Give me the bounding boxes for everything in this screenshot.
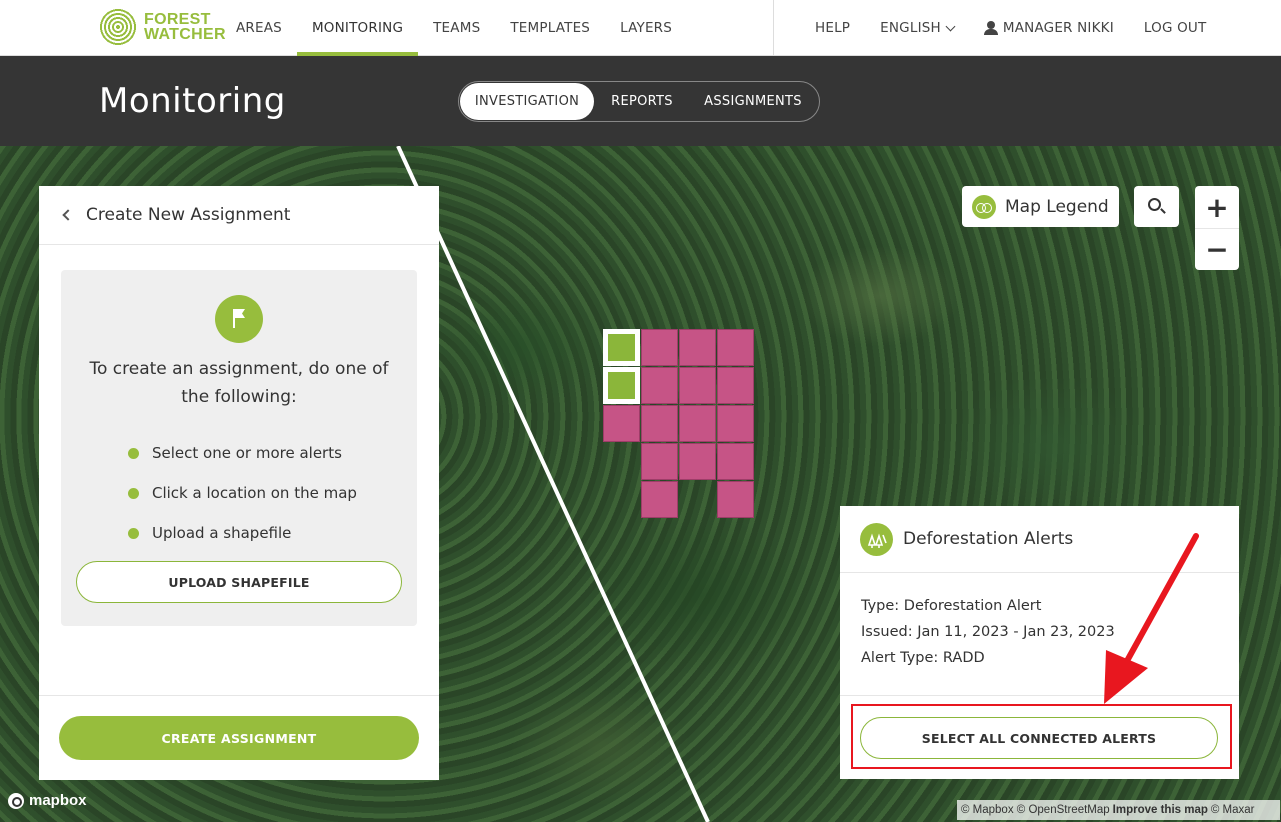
alert-cell[interactable]	[641, 443, 678, 480]
mapbox-icon	[8, 792, 24, 809]
alert-cell[interactable]	[603, 405, 640, 442]
alert-cell[interactable]	[641, 329, 678, 366]
zoom-control: + −	[1195, 186, 1239, 270]
list-item-label: Select one or more alerts	[152, 444, 342, 462]
create-assignment-button[interactable]: CREATE ASSIGNMENT	[59, 716, 419, 760]
attribution-mapbox[interactable]: © Mapbox	[961, 804, 1014, 816]
alert-cell[interactable]	[679, 405, 716, 442]
forest-watcher-logo[interactable]: FOREST WATCHER	[99, 7, 226, 47]
attribution-maxar[interactable]: © Maxar	[1211, 804, 1255, 816]
list-item-label: Upload a shapefile	[152, 524, 292, 542]
alert-cell[interactable]	[717, 329, 754, 366]
panel-footer: CREATE ASSIGNMENT	[39, 695, 439, 780]
utility-nav: HELP ENGLISH MANAGER NIKKI LOG OUT	[800, 0, 1221, 56]
chevron-down-icon	[945, 21, 956, 31]
list-item-label: Click a location on the map	[152, 484, 357, 502]
highlight-box	[851, 704, 1232, 769]
alerts-panel-title: Deforestation Alerts	[903, 529, 1074, 549]
alert-cell[interactable]	[717, 367, 754, 404]
legend-icon	[972, 194, 996, 219]
instructions-card: To create an assignment, do one of the f…	[61, 270, 417, 626]
user-name: MANAGER NIKKI	[1002, 20, 1114, 36]
bullet-dot-icon	[128, 487, 139, 499]
page-title: Monitoring	[99, 81, 286, 121]
list-item: Upload a shapefile	[128, 513, 357, 553]
nav-divider	[773, 0, 774, 56]
map-legend-label: Map Legend	[1005, 196, 1109, 217]
instructions-text: To create an assignment, do one of the f…	[89, 359, 389, 407]
tab-investigation[interactable]: INVESTIGATION	[460, 83, 594, 120]
zoom-in-button[interactable]: +	[1195, 186, 1239, 228]
panel-header: Create New Assignment	[39, 186, 439, 245]
mapbox-logo[interactable]: mapbox	[8, 792, 87, 809]
create-assignment-panel: Create New Assignment To create an assig…	[39, 186, 439, 780]
zoom-out-button[interactable]: −	[1195, 228, 1239, 270]
deforestation-icon	[860, 522, 893, 556]
alert-cell-selected[interactable]	[603, 329, 640, 366]
mapbox-wordmark: mapbox	[29, 792, 87, 809]
attribution-osm[interactable]: © OpenStreetMap	[1017, 804, 1110, 816]
logout-link[interactable]: LOG OUT	[1129, 0, 1222, 56]
alert-cell[interactable]	[641, 405, 678, 442]
tab-reports[interactable]: REPORTS	[594, 83, 690, 120]
alert-cell[interactable]	[679, 443, 716, 480]
page-header: Monitoring INVESTIGATION REPORTS ASSIGNM…	[0, 56, 1281, 146]
alert-cell[interactable]	[679, 329, 716, 366]
chevron-left-icon[interactable]	[62, 209, 74, 221]
nav-templates[interactable]: TEMPLATES	[495, 0, 605, 56]
instructions-list: Select one or more alerts Click a locati…	[128, 433, 357, 553]
list-item: Select one or more alerts	[128, 433, 357, 473]
bullet-dot-icon	[128, 447, 139, 459]
alert-cell[interactable]	[641, 367, 678, 404]
alert-cell[interactable]	[717, 481, 754, 518]
top-navigation: FOREST WATCHER AREAS MONITORING TEAMS TE…	[0, 0, 1281, 56]
nav-help[interactable]: HELP	[800, 0, 865, 56]
logo-line-2: WATCHER	[144, 26, 226, 43]
nav-areas[interactable]: AREAS	[221, 0, 297, 56]
alert-cell[interactable]	[717, 443, 754, 480]
list-item: Click a location on the map	[128, 473, 357, 513]
alert-cell-selected[interactable]	[603, 367, 640, 404]
map-search-button[interactable]	[1134, 186, 1179, 227]
alert-cell[interactable]	[717, 405, 754, 442]
map-legend-button[interactable]: Map Legend	[962, 186, 1119, 227]
user-icon	[983, 21, 998, 35]
user-menu[interactable]: MANAGER NIKKI	[969, 0, 1129, 56]
flag-icon	[215, 295, 263, 343]
map-attribution: © Mapbox © OpenStreetMap Improve this ma…	[957, 800, 1280, 820]
annotation-arrow	[1104, 533, 1199, 704]
nav-layers[interactable]: LAYERS	[605, 0, 687, 56]
monitoring-tabs: INVESTIGATION REPORTS ASSIGNMENTS	[458, 81, 820, 122]
alert-cell[interactable]	[641, 481, 678, 518]
tab-assignments[interactable]: ASSIGNMENTS	[690, 83, 816, 120]
language-label: ENGLISH	[880, 20, 941, 36]
nav-monitoring[interactable]: MONITORING	[296, 0, 419, 56]
panel-title: Create New Assignment	[86, 205, 291, 225]
improve-map-link[interactable]: Improve this map	[1113, 804, 1208, 816]
bullet-dot-icon	[128, 527, 139, 539]
upload-shapefile-button[interactable]: UPLOAD SHAPEFILE	[76, 561, 402, 603]
main-nav: AREAS MONITORING TEAMS TEMPLATES LAYERS	[221, 0, 687, 56]
language-select[interactable]: ENGLISH	[865, 0, 969, 56]
logo-line-1: FOREST	[144, 11, 211, 28]
tree-ring-icon	[99, 8, 137, 46]
nav-teams[interactable]: TEAMS	[418, 0, 495, 56]
alert-cell[interactable]	[679, 367, 716, 404]
